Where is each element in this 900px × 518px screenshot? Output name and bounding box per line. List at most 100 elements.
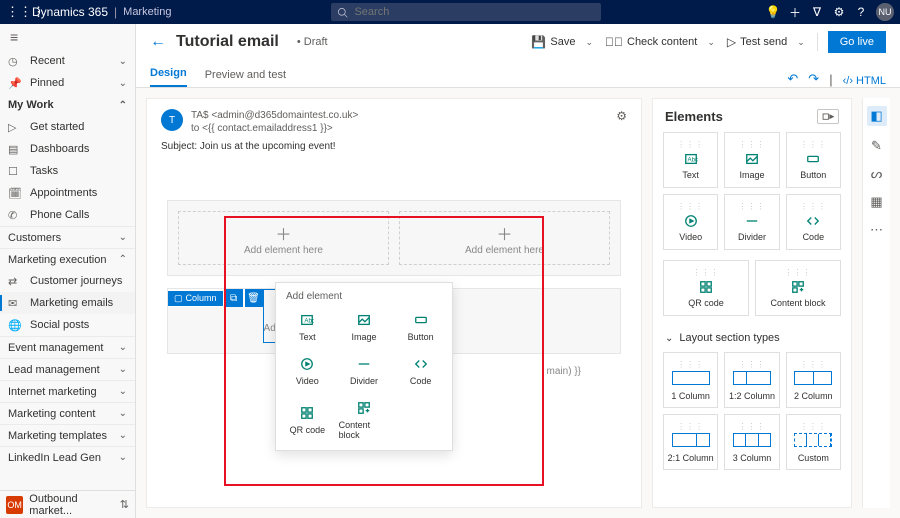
rail-elements-icon[interactable]: ◧ bbox=[867, 106, 887, 126]
filter-icon[interactable]: ∇ bbox=[806, 5, 828, 19]
nav-marketing-emails[interactable]: ✉Marketing emails bbox=[0, 292, 135, 314]
nav-group-mywork[interactable]: My Work⌃ bbox=[0, 94, 135, 116]
nav-customer-journeys[interactable]: ⇄Customer journeys bbox=[0, 270, 135, 292]
popup-item-content-block[interactable]: Content block bbox=[337, 394, 392, 446]
content-block-icon bbox=[791, 279, 805, 294]
element-text[interactable]: ⋮⋮⋮AbcText bbox=[663, 132, 718, 188]
nav-get-started[interactable]: ▷Get started bbox=[0, 116, 135, 138]
app-launcher[interactable]: ⋮⋮⋮ bbox=[6, 4, 22, 20]
chevron-up-icon: ⌃ bbox=[119, 100, 127, 111]
svg-text:Abc: Abc bbox=[687, 156, 698, 163]
redo-icon[interactable]: ↷ bbox=[808, 71, 819, 87]
code-icon bbox=[806, 213, 820, 228]
element-content-block[interactable]: ⋮⋮⋮Content block bbox=[755, 260, 841, 316]
nav-group-event-management[interactable]: Event management⌄ bbox=[0, 336, 135, 358]
status-badge: • Draft bbox=[297, 36, 328, 48]
button-icon bbox=[414, 312, 428, 328]
dashboard-icon: ▤ bbox=[8, 143, 24, 156]
selection-tag[interactable]: ▢ Column bbox=[168, 291, 223, 306]
element-code[interactable]: ⋮⋮⋮Code bbox=[786, 194, 841, 250]
tab-preview[interactable]: Preview and test bbox=[205, 63, 286, 87]
layout-2-column[interactable]: ⋮⋮⋮2 Column bbox=[786, 352, 841, 408]
layout-3col-icon bbox=[733, 433, 771, 447]
global-search[interactable] bbox=[331, 3, 601, 21]
nav-phone-calls[interactable]: ✆Phone Calls bbox=[0, 204, 135, 226]
check-dropdown[interactable]: ⌄ bbox=[705, 35, 717, 50]
layout-section-toggle[interactable]: ⌄Layout section types bbox=[653, 326, 851, 352]
nav-group-customers[interactable]: Customers⌄ bbox=[0, 226, 135, 248]
popup-item-image[interactable]: Image bbox=[337, 306, 392, 348]
image-icon bbox=[357, 312, 371, 328]
email-canvas: T TA$ <admin@d365domaintest.co.uk> to <{… bbox=[146, 98, 642, 508]
header-settings-icon[interactable]: ⚙ bbox=[616, 109, 627, 123]
back-button[interactable]: ← bbox=[150, 33, 166, 51]
qr-icon bbox=[300, 405, 314, 421]
designer-tabs: Design Preview and test ↶ ↷ | ‹/› HTML bbox=[136, 60, 900, 88]
html-toggle[interactable]: ‹/› HTML bbox=[843, 75, 886, 87]
layout-2-1-column[interactable]: ⋮⋮⋮2:1 Column bbox=[663, 414, 718, 470]
element-qr-code[interactable]: ⋮⋮⋮QR code bbox=[663, 260, 749, 316]
rail-connections-icon[interactable]: ᔕ bbox=[871, 166, 883, 182]
module-name: Marketing bbox=[123, 6, 171, 18]
tab-design[interactable]: Design bbox=[150, 61, 187, 87]
plus-icon[interactable]: ＋ bbox=[784, 4, 806, 21]
layout-1-2-column[interactable]: ⋮⋮⋮1:2 Column bbox=[724, 352, 779, 408]
popup-item-qr-code[interactable]: QR code bbox=[280, 394, 335, 446]
command-bar: ← Tutorial email • Draft 💾Save ⌄ ✓⃝Check… bbox=[136, 24, 900, 60]
delete-icon[interactable]: 🗑 bbox=[245, 289, 263, 307]
popup-item-text[interactable]: AbcText bbox=[280, 306, 335, 348]
save-button[interactable]: 💾Save bbox=[527, 32, 579, 52]
nav-group-marketing-templates[interactable]: Marketing templates⌄ bbox=[0, 424, 135, 446]
element-button[interactable]: ⋮⋮⋮Button bbox=[786, 132, 841, 188]
product-name: Dynamics 365 bbox=[32, 5, 108, 19]
go-live-button[interactable]: Go live bbox=[828, 31, 886, 53]
element-video[interactable]: ⋮⋮⋮Video bbox=[663, 194, 718, 250]
layout-3-column[interactable]: ⋮⋮⋮3 Column bbox=[724, 414, 779, 470]
nav-appointments[interactable]: 🗓Appointments bbox=[0, 182, 135, 204]
nav-dashboards[interactable]: ▤Dashboards bbox=[0, 138, 135, 160]
hamburger-icon[interactable]: ≡ bbox=[0, 24, 135, 50]
area-switcher[interactable]: OM Outbound market... ⇅ bbox=[0, 490, 135, 518]
image-icon bbox=[745, 151, 759, 166]
nav-social-posts[interactable]: 🌐Social posts bbox=[0, 314, 135, 336]
add-element-popup: Add element AbcText Image Button Video D… bbox=[275, 282, 453, 451]
rail-preview-icon[interactable]: ▦ bbox=[870, 194, 882, 210]
elements-title: Elements bbox=[665, 109, 723, 124]
nav-tasks[interactable]: ☐Tasks bbox=[0, 160, 135, 182]
popup-item-video[interactable]: Video bbox=[280, 350, 335, 392]
test-send-button[interactable]: ▷Test send bbox=[723, 32, 791, 52]
element-divider[interactable]: ⋮⋮⋮Divider bbox=[724, 194, 779, 250]
svg-text:Abc: Abc bbox=[305, 318, 315, 325]
layout-custom[interactable]: ⋮⋮⋮Custom bbox=[786, 414, 841, 470]
nav-group-lead-management[interactable]: Lead management⌄ bbox=[0, 358, 135, 380]
section-row-1[interactable]: ＋Add element here ＋Add element here bbox=[167, 200, 621, 276]
popup-item-button[interactable]: Button bbox=[393, 306, 448, 348]
panel-collapse-icon[interactable]: ◻▸ bbox=[817, 109, 839, 124]
save-dropdown[interactable]: ⌄ bbox=[583, 35, 595, 50]
settings-icon[interactable]: ⚙ bbox=[828, 5, 850, 19]
drop-zone[interactable]: ＋Add element here bbox=[178, 211, 389, 265]
subject-line: Subject: Join us at the upcoming event! bbox=[161, 141, 627, 152]
user-avatar[interactable]: NU bbox=[876, 3, 894, 21]
element-image[interactable]: ⋮⋮⋮Image bbox=[724, 132, 779, 188]
rail-styles-icon[interactable]: ✎ bbox=[871, 138, 882, 154]
search-input[interactable] bbox=[354, 6, 595, 18]
undo-icon[interactable]: ↶ bbox=[787, 71, 798, 87]
help-icon[interactable]: ? bbox=[850, 5, 872, 19]
test-dropdown[interactable]: ⌄ bbox=[795, 35, 807, 50]
rail-more-icon[interactable]: ⋯ bbox=[870, 222, 883, 238]
popup-item-code[interactable]: Code bbox=[393, 350, 448, 392]
nav-pinned[interactable]: 📌Pinned⌄ bbox=[0, 72, 135, 94]
lightbulb-icon[interactable]: 💡 bbox=[762, 5, 784, 19]
duplicate-icon[interactable]: ⧉ bbox=[225, 289, 243, 307]
layout-1col-icon bbox=[672, 371, 710, 385]
nav-group-marketing-content[interactable]: Marketing content⌄ bbox=[0, 402, 135, 424]
layout-1-column[interactable]: ⋮⋮⋮1 Column bbox=[663, 352, 718, 408]
nav-recent[interactable]: ◷Recent⌄ bbox=[0, 50, 135, 72]
nav-group-linkedin-lead-gen[interactable]: LinkedIn Lead Gen⌄ bbox=[0, 446, 135, 468]
drop-zone[interactable]: ＋Add element here bbox=[399, 211, 610, 265]
check-content-button[interactable]: ✓⃝Check content bbox=[601, 32, 701, 52]
nav-group-marketing-execution[interactable]: Marketing execution⌃ bbox=[0, 248, 135, 270]
popup-item-divider[interactable]: Divider bbox=[337, 350, 392, 392]
nav-group-internet-marketing[interactable]: Internet marketing⌄ bbox=[0, 380, 135, 402]
